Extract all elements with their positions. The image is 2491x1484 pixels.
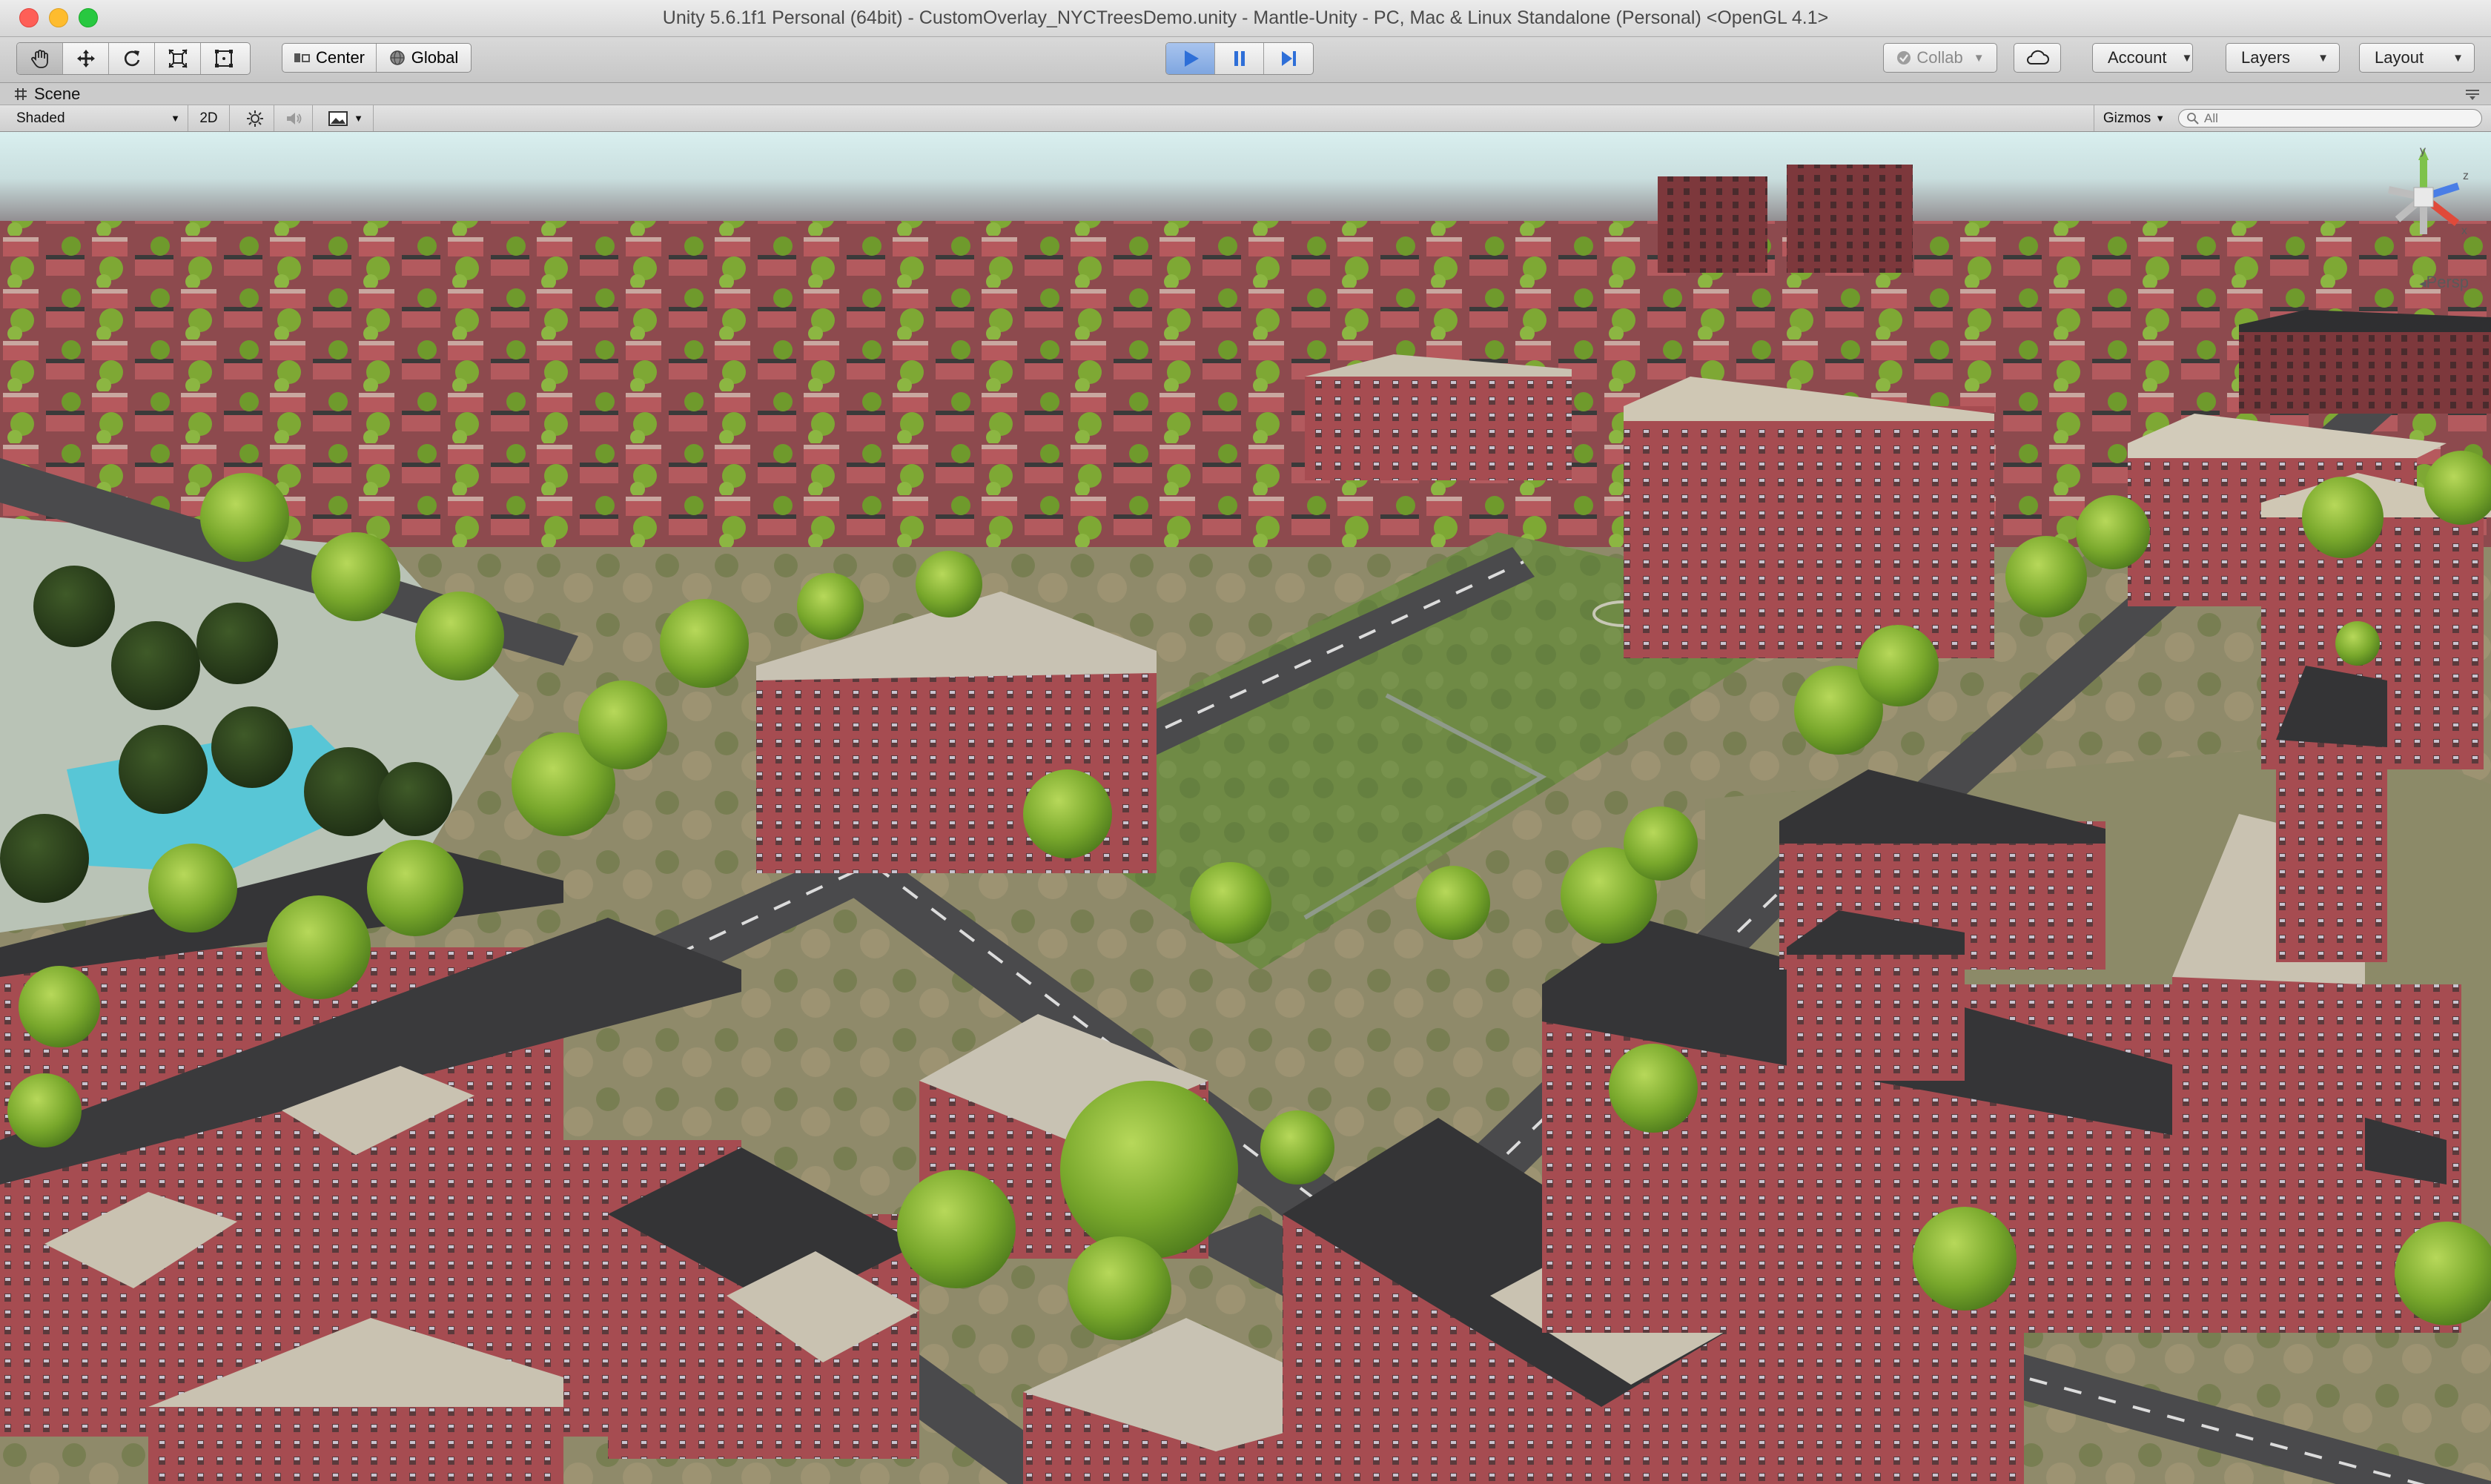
gizmo-y-label: y xyxy=(2420,145,2426,157)
pivot-toggles: Center Global xyxy=(282,43,472,73)
pivot-mode-button[interactable]: Center xyxy=(282,44,377,72)
collab-label: Collab xyxy=(1916,48,1963,67)
gizmos-dropdown[interactable]: Gizmos ▼ xyxy=(2094,105,2174,131)
gizmos-label: Gizmos xyxy=(2103,110,2151,126)
play-button[interactable] xyxy=(1166,43,1216,74)
chevron-down-icon: ▼ xyxy=(2181,51,2193,64)
image-icon xyxy=(328,110,348,126)
hand-icon xyxy=(30,50,48,68)
projection-label[interactable]: ◂Persp xyxy=(2419,273,2469,292)
step-button[interactable] xyxy=(1264,43,1313,74)
toggle-2d-label: 2D xyxy=(199,110,218,126)
chevron-down-icon: ▼ xyxy=(171,113,180,124)
scene-lighting-toggle[interactable] xyxy=(236,105,274,131)
scene-search-input[interactable] xyxy=(2204,110,2456,126)
play-controls xyxy=(1165,42,1314,75)
pivot-center-icon xyxy=(294,53,310,62)
scene-audio-toggle[interactable] xyxy=(274,105,313,131)
layout-label: Layout xyxy=(2375,48,2424,67)
transform-tools xyxy=(16,42,251,75)
projection-arrow-icon: ◂ xyxy=(2419,276,2427,291)
search-icon xyxy=(2187,112,2199,125)
sun-icon xyxy=(246,110,263,127)
window-title: Unity 5.6.1f1 Personal (64bit) - CustomO… xyxy=(662,7,1829,28)
step-icon xyxy=(1281,51,1296,66)
toggle-2d-button[interactable]: 2D xyxy=(188,105,230,131)
speaker-icon xyxy=(286,112,301,125)
rotate-icon xyxy=(124,50,139,67)
pivot-rotation-label: Global xyxy=(411,48,459,67)
gizmo-z-label: z xyxy=(2463,170,2469,182)
scale-tool-button[interactable] xyxy=(155,43,201,74)
scene-tab-label: Scene xyxy=(34,85,81,103)
chevron-down-icon: ▼ xyxy=(354,113,363,124)
draw-mode-dropdown[interactable]: Shaded ▼ xyxy=(0,105,188,131)
account-label: Account xyxy=(2108,48,2167,67)
scene-tab-bar: Scene xyxy=(0,83,2491,105)
pause-icon xyxy=(1234,51,1245,66)
layers-label: Layers xyxy=(2241,48,2291,67)
cloud-icon xyxy=(2027,50,2049,64)
chevron-down-icon: ▼ xyxy=(1973,51,1985,64)
rect-tool-icon xyxy=(215,50,233,67)
account-dropdown[interactable]: Account ▼ xyxy=(2092,43,2193,73)
play-icon xyxy=(1184,50,1199,67)
pivot-rotation-button[interactable]: Global xyxy=(377,44,471,72)
layout-dropdown[interactable]: Layout ▼ xyxy=(2359,43,2475,73)
move-tool-button[interactable] xyxy=(63,43,109,74)
scene-options-bar: Shaded ▼ 2D ▼ Gizmos ▼ xyxy=(0,105,2491,132)
pause-button[interactable] xyxy=(1215,43,1264,74)
move-icon xyxy=(76,50,95,67)
scene-viewport[interactable]: y z x ◂Persp xyxy=(0,132,2491,1484)
layers-dropdown[interactable]: Layers ▼ xyxy=(2226,43,2340,73)
tab-scene[interactable]: Scene xyxy=(0,83,80,105)
orientation-gizmo[interactable]: y z x xyxy=(2368,145,2479,286)
city-scene-render xyxy=(0,132,2491,1484)
collab-dropdown[interactable]: Collab ▼ xyxy=(1883,43,1997,73)
window-titlebar: Unity 5.6.1f1 Personal (64bit) - CustomO… xyxy=(0,0,2491,37)
scene-effects-dropdown[interactable]: ▼ xyxy=(319,105,374,131)
projection-text: Persp xyxy=(2426,273,2469,291)
panel-menu-icon[interactable] xyxy=(2464,87,2481,101)
hand-tool-button[interactable] xyxy=(17,43,63,74)
rect-tool-button[interactable] xyxy=(201,43,247,74)
gizmo-x-label: x xyxy=(2461,225,2467,237)
main-toolbar: Center Global Collab ▼ Account ▼ Layers … xyxy=(0,37,2491,83)
draw-mode-label: Shaded xyxy=(16,110,65,126)
cloud-services-button[interactable] xyxy=(2014,43,2061,73)
chevron-down-icon: ▼ xyxy=(2452,51,2464,64)
chevron-down-icon: ▼ xyxy=(2155,113,2166,124)
chevron-down-icon: ▼ xyxy=(2318,51,2329,64)
rotate-tool-button[interactable] xyxy=(109,43,155,74)
pivot-mode-label: Center xyxy=(315,48,365,67)
globe-icon xyxy=(389,50,405,65)
grid-icon xyxy=(15,88,27,100)
check-circle-icon xyxy=(1897,51,1911,64)
scale-icon xyxy=(168,49,188,68)
scene-search-field[interactable] xyxy=(2178,109,2482,127)
